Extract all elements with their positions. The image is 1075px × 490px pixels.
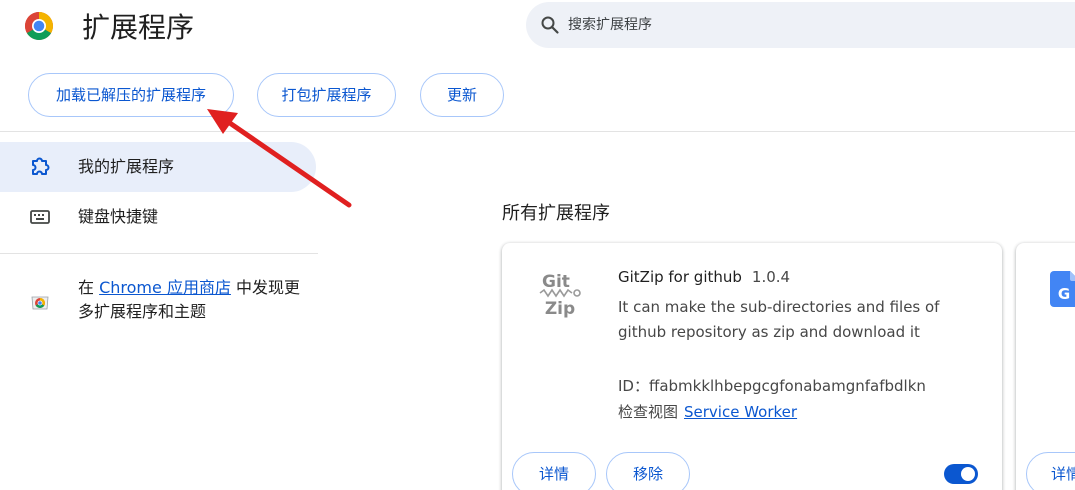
extension-id-row: ID：ffabmkklhbepgcgfonabamgnfafbdlkn	[618, 375, 926, 397]
remove-button[interactable]: 移除	[606, 452, 690, 490]
extension-version: 1.0.4	[751, 268, 791, 286]
extensions-page: 扩展程序 搜索扩展程序 加载已解压的扩展程序 打包扩展程序 更新 我的扩展程序 …	[0, 0, 1075, 490]
inspect-views-label: 检查视图	[618, 403, 679, 421]
extension-name-row: GitZip for github 1.0.4	[618, 267, 790, 287]
toolbar-divider	[0, 131, 1075, 132]
sidebar-item-my-extensions[interactable]: 我的扩展程序	[0, 142, 316, 192]
page-title: 扩展程序	[82, 11, 195, 44]
webstore-promo: 在 Chrome 应用商店 中发现更多扩展程序和主题	[78, 276, 308, 324]
section-title: 所有扩展程序	[502, 203, 610, 224]
webstore-link[interactable]: Chrome 应用商店	[99, 278, 231, 297]
enable-toggle[interactable]	[944, 464, 978, 484]
sidebar-item-keyboard-shortcuts[interactable]: 键盘快捷键	[0, 192, 316, 242]
details-button[interactable]: 详情	[512, 452, 596, 490]
extension-name: GitZip for github	[618, 268, 742, 286]
load-unpacked-button[interactable]: 加载已解压的扩展程序	[28, 73, 234, 117]
search-placeholder: 搜索扩展程序	[568, 17, 652, 33]
sidebar-divider	[0, 253, 318, 254]
chrome-logo-icon	[25, 12, 53, 40]
extension-id-label: ID：	[618, 377, 649, 395]
chrome-web-store-icon	[31, 296, 49, 310]
svg-text:G: G	[1058, 285, 1070, 303]
gitzip-logo-icon: Git Zip	[539, 272, 581, 319]
puzzle-icon	[32, 157, 50, 175]
keyboard-icon	[30, 210, 50, 224]
pack-extension-button[interactable]: 打包扩展程序	[257, 73, 396, 117]
svg-text:Zip: Zip	[545, 299, 575, 319]
inspect-views-row: 检查视图 Service Worker	[618, 401, 797, 423]
google-docs-logo-icon: G	[1050, 271, 1075, 307]
details-button[interactable]: 详情	[1026, 452, 1075, 490]
service-worker-link[interactable]: Service Worker	[684, 403, 797, 421]
extension-card: G 详情	[1016, 243, 1075, 490]
webstore-prefix: 在	[78, 278, 100, 297]
svg-text:Git: Git	[542, 272, 570, 292]
sidebar-item-label: 我的扩展程序	[78, 157, 175, 176]
sidebar-item-label: 键盘快捷键	[78, 207, 159, 226]
search-icon	[541, 16, 559, 34]
toggle-knob	[961, 467, 975, 481]
extension-card: Git Zip GitZip for github 1.0.4 It can ma…	[502, 243, 1002, 490]
extension-id: ffabmkklhbepgcgfonabamgnfafbdlkn	[648, 377, 926, 395]
update-button[interactable]: 更新	[420, 73, 504, 117]
search-input[interactable]: 搜索扩展程序	[526, 2, 1075, 48]
extension-description: It can make the sub-directories and file…	[618, 298, 940, 341]
